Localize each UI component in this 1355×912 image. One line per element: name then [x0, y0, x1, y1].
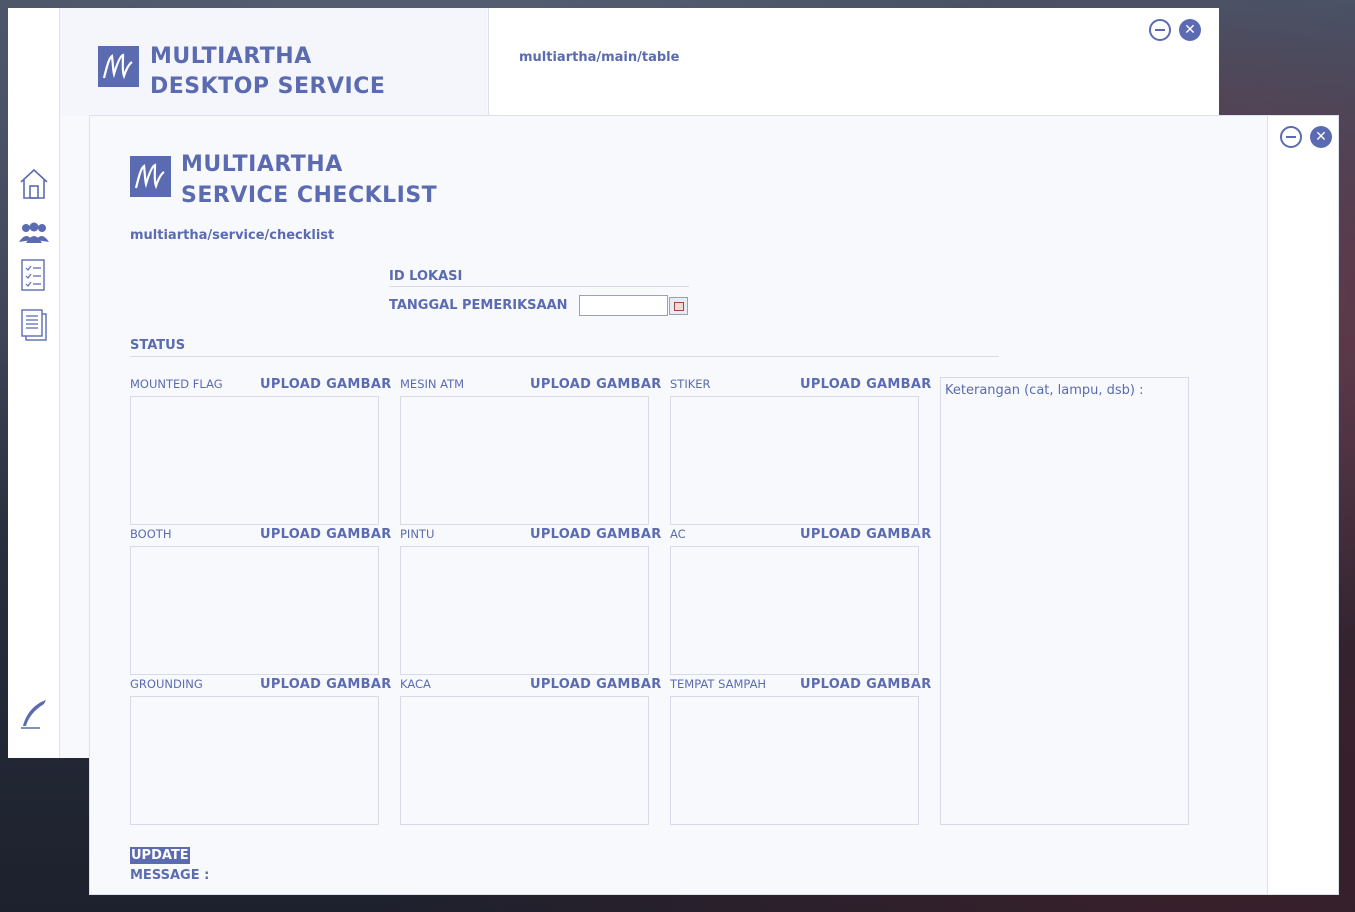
- home-icon[interactable]: [18, 166, 50, 199]
- item-label: GROUNDING: [130, 677, 203, 691]
- checklist-icon[interactable]: [18, 258, 50, 291]
- upload-button[interactable]: UPLOAD GAMBAR: [530, 677, 662, 692]
- notes-textarea[interactable]: Keterangan (cat, lampu, dsb) :: [940, 377, 1189, 825]
- window-controls-strip: [1267, 116, 1338, 894]
- image-box: [670, 696, 919, 825]
- status-divider: [130, 356, 999, 357]
- breadcrumb: multiartha/service/checklist: [130, 228, 335, 243]
- item-label: MESIN ATM: [400, 377, 465, 391]
- checklist-window: ✕ MULTIARTHA SERVICE CHECKLIST multiarth…: [89, 115, 1339, 895]
- image-box: [400, 696, 649, 825]
- app-title-line2: DESKTOP SERVICE: [150, 74, 386, 99]
- image-box: [130, 396, 379, 525]
- page-title-line1: MULTIARTHA: [181, 152, 343, 177]
- item-label: TEMPAT SAMPAH: [670, 677, 767, 691]
- upload-button[interactable]: UPLOAD GAMBAR: [530, 527, 662, 542]
- image-box: [400, 396, 649, 525]
- upload-button[interactable]: UPLOAD GAMBAR: [260, 527, 392, 542]
- calendar-icon[interactable]: [669, 297, 688, 315]
- app-title-line1: MULTIARTHA: [150, 44, 312, 69]
- item-label: MOUNTED FLAG: [130, 377, 223, 391]
- sidebar: [8, 8, 60, 758]
- item-label: STIKER: [670, 377, 711, 391]
- close-button[interactable]: ✕: [1179, 19, 1201, 41]
- documents-icon[interactable]: [18, 308, 50, 341]
- notes-placeholder: Keterangan (cat, lampu, dsb) :: [945, 383, 1144, 398]
- page-title-line2: SERVICE CHECKLIST: [181, 183, 438, 208]
- item-label: BOOTH: [130, 527, 172, 541]
- multiartha-logo: [98, 46, 139, 87]
- image-box: [130, 696, 379, 825]
- status-label: STATUS: [130, 338, 186, 353]
- upload-button[interactable]: UPLOAD GAMBAR: [260, 677, 392, 692]
- tanggal-input[interactable]: [579, 295, 668, 316]
- item-label: AC: [670, 527, 686, 541]
- upload-button[interactable]: UPLOAD GAMBAR: [800, 527, 932, 542]
- upload-button[interactable]: UPLOAD GAMBAR: [260, 377, 392, 392]
- checklist-minimize-button[interactable]: [1280, 126, 1302, 148]
- image-box: [670, 546, 919, 675]
- upload-button[interactable]: UPLOAD GAMBAR: [800, 677, 932, 692]
- update-button[interactable]: UPDATE: [130, 847, 190, 864]
- app-header: MULTIARTHA DESKTOP SERVICE: [60, 8, 487, 116]
- image-box: [670, 396, 919, 525]
- checklist-close-button[interactable]: ✕: [1310, 126, 1332, 148]
- id-lokasi-label: ID LOKASI: [389, 269, 463, 284]
- users-icon[interactable]: [18, 222, 50, 244]
- breadcrumb: multiartha/main/table: [519, 50, 680, 65]
- tanggal-label: TANGGAL PEMERIKSAAN: [389, 298, 568, 313]
- image-box: [400, 546, 649, 675]
- item-label: KACA: [400, 677, 431, 691]
- minimize-button[interactable]: [1149, 19, 1171, 41]
- item-label: PINTU: [400, 527, 435, 541]
- id-lokasi-field[interactable]: [389, 286, 689, 287]
- upload-button[interactable]: UPLOAD GAMBAR: [530, 377, 662, 392]
- message-label: MESSAGE :: [130, 868, 210, 883]
- upload-button[interactable]: UPLOAD GAMBAR: [800, 377, 932, 392]
- image-box: [130, 546, 379, 675]
- multiartha-logo: [130, 156, 171, 197]
- quill-icon[interactable]: [18, 698, 50, 730]
- app-header-path-area: multiartha/main/table: [488, 8, 1219, 116]
